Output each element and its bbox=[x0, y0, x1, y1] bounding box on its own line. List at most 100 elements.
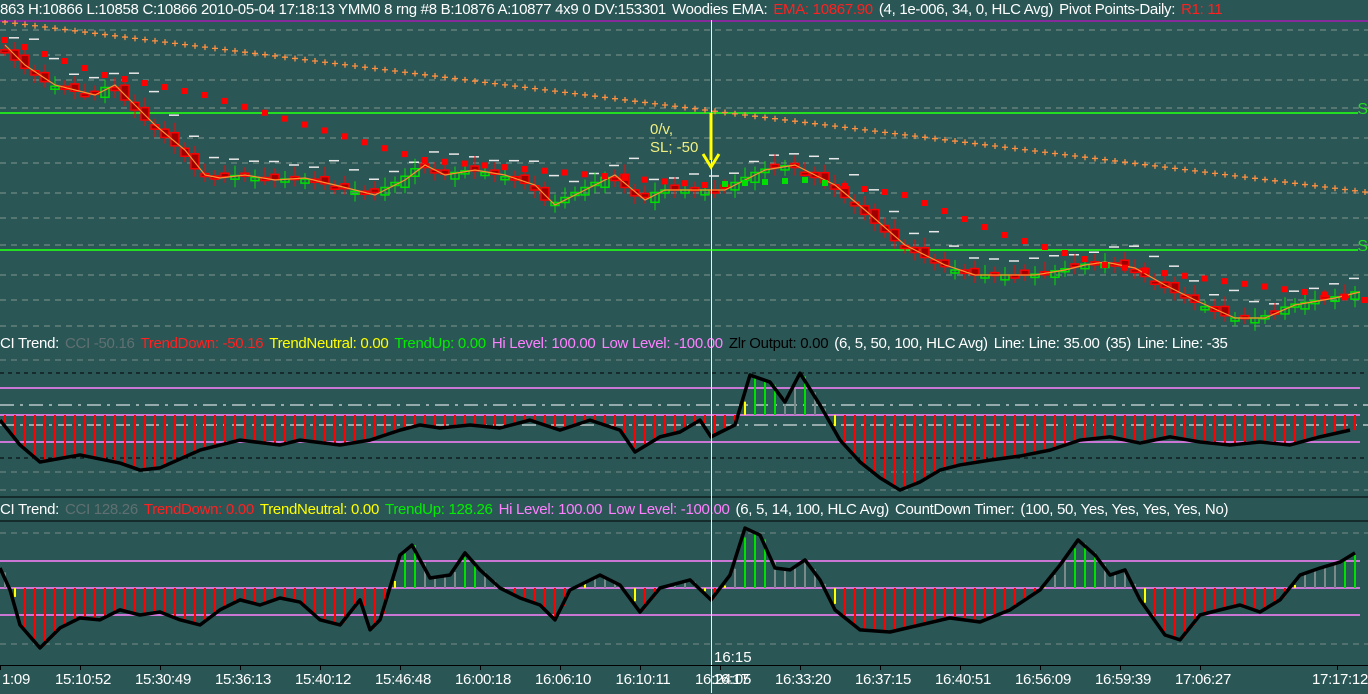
pivot-plus-marker bbox=[632, 98, 638, 105]
time-tick-label: 16:10:11 bbox=[615, 671, 671, 688]
ema-dot bbox=[1282, 286, 1288, 293]
ema-dot bbox=[442, 158, 448, 165]
pivot-plus-marker bbox=[522, 84, 528, 91]
annotation-line-1: 0/v, bbox=[650, 121, 674, 138]
quote-info: 863 H:10866 L:10858 C:10866 2010-05-04 1… bbox=[0, 1, 666, 18]
cursor-time-panel: 16:15 bbox=[714, 649, 752, 666]
pivot-plus-marker bbox=[952, 138, 958, 145]
ema-dot bbox=[602, 173, 608, 180]
ema-dot bbox=[1342, 294, 1348, 301]
ema-params: (4, 1e-006, 34, 0, HLC Avg) bbox=[878, 1, 1054, 18]
ema-dot bbox=[222, 97, 228, 104]
pivot-plus-marker bbox=[1002, 144, 1008, 151]
ema-dot bbox=[762, 179, 768, 185]
time-tick bbox=[1120, 666, 1121, 670]
crosshair-cursor bbox=[711, 20, 712, 693]
ema-dot bbox=[142, 80, 148, 86]
cci1-trendneutral: TrendNeutral: 0.00 bbox=[269, 335, 389, 352]
ema-dot bbox=[122, 76, 128, 82]
pivot-plus-marker bbox=[1262, 176, 1268, 183]
ema-dot bbox=[842, 183, 848, 189]
pivot-plus-marker bbox=[542, 86, 548, 93]
pivot-plus-marker bbox=[362, 64, 368, 71]
pivot-plus-marker bbox=[1062, 151, 1068, 158]
pivot-plus-marker bbox=[902, 131, 908, 138]
pivot-plus-marker bbox=[412, 70, 418, 77]
pivot-plus-marker bbox=[792, 118, 798, 125]
pivot-plus-marker bbox=[1172, 165, 1178, 172]
ema-dot bbox=[682, 180, 688, 187]
pivot-plus-marker bbox=[42, 24, 48, 31]
pivot-plus-marker bbox=[1092, 155, 1098, 162]
time-tick-label: 16:40:51 bbox=[935, 671, 991, 688]
cci1-trenddown: TrendDown: -50.16 bbox=[140, 335, 264, 352]
pivot-plus-marker bbox=[452, 75, 458, 82]
ema-dot bbox=[722, 181, 728, 187]
pivot-plus-marker bbox=[1082, 154, 1088, 161]
time-tick bbox=[720, 666, 721, 670]
time-tick bbox=[160, 666, 161, 670]
ema-dot bbox=[562, 169, 568, 176]
ema-dot bbox=[542, 167, 548, 174]
time-tick-label: 15:40:12 bbox=[295, 671, 351, 688]
ema-dot bbox=[1322, 291, 1328, 298]
time-tick-label: 15:30:49 bbox=[135, 671, 191, 688]
pivot-plus-marker bbox=[422, 71, 428, 78]
pivot-plus-marker bbox=[922, 134, 928, 141]
ema-dot bbox=[742, 180, 748, 186]
pivot-plus-marker bbox=[572, 90, 578, 97]
cci2-timer-label: CountDown Timer: bbox=[894, 501, 1015, 518]
pivot-plus-marker bbox=[102, 31, 108, 38]
pivot-plus-marker bbox=[882, 129, 888, 136]
pivot-plus-marker bbox=[852, 125, 858, 132]
time-tick bbox=[400, 666, 401, 670]
cci1-chart[interactable] bbox=[0, 355, 1368, 498]
ema-dot bbox=[982, 224, 988, 230]
pivot-plus-marker bbox=[1232, 172, 1238, 179]
pivot-plus-marker bbox=[432, 73, 438, 80]
pivot-plus-marker bbox=[622, 96, 628, 103]
ema-dot bbox=[202, 92, 208, 98]
pivot-plus-marker bbox=[402, 69, 408, 76]
ema-dot bbox=[382, 145, 388, 152]
pivot-plus-marker bbox=[1032, 148, 1038, 154]
time-tick bbox=[320, 666, 321, 670]
price-chart[interactable] bbox=[0, 20, 1368, 332]
cci1-trendup: TrendUp: 0.00 bbox=[394, 335, 486, 352]
cci1-line1-param: (35) bbox=[1105, 335, 1132, 352]
pivot-plus-marker bbox=[202, 44, 208, 51]
pivot-plus-marker bbox=[112, 32, 118, 39]
cci2-trendneutral: TrendNeutral: 0.00 bbox=[259, 501, 380, 518]
ema-dot bbox=[1182, 272, 1188, 279]
pivot-plus-marker bbox=[92, 30, 98, 37]
pivot-plus-marker bbox=[1162, 164, 1168, 171]
pivot-plus-marker bbox=[562, 89, 568, 96]
pivot-plus-marker bbox=[722, 109, 728, 116]
pivot-plus-marker bbox=[192, 42, 198, 49]
pivot-plus-marker bbox=[352, 63, 358, 69]
ema-dot bbox=[522, 165, 528, 172]
cci1-label: CI Trend: bbox=[0, 335, 59, 352]
cci2-chart[interactable] bbox=[0, 520, 1368, 665]
ema-dot bbox=[702, 182, 708, 188]
ema-dot bbox=[1122, 264, 1128, 271]
ema-dot bbox=[882, 189, 888, 195]
pivot-plus-marker bbox=[1152, 162, 1158, 169]
cci1-low-level: Low Level: -100.00 bbox=[601, 335, 723, 352]
pivot-plus-marker bbox=[1242, 174, 1248, 181]
ema-dot bbox=[82, 65, 88, 71]
ema-dot bbox=[822, 180, 828, 186]
cci-line bbox=[0, 371, 1351, 492]
pivot-plus-marker bbox=[1192, 167, 1198, 174]
ema-dot bbox=[322, 127, 328, 134]
ema-dot bbox=[102, 72, 108, 78]
pivot-plus-marker bbox=[502, 81, 508, 88]
pivot-plus-marker bbox=[172, 40, 178, 47]
pivot-plus-marker bbox=[342, 61, 348, 68]
time-tick bbox=[1200, 666, 1201, 670]
time-axis: 1:09 15:10:52 15:30:49 15:36:13 15:40:12 15:4… bbox=[0, 665, 1368, 694]
pivot-plus-marker bbox=[662, 101, 668, 108]
ema-dot bbox=[942, 208, 948, 214]
time-tick bbox=[1337, 666, 1338, 670]
pivot-plus-marker bbox=[1292, 180, 1298, 187]
